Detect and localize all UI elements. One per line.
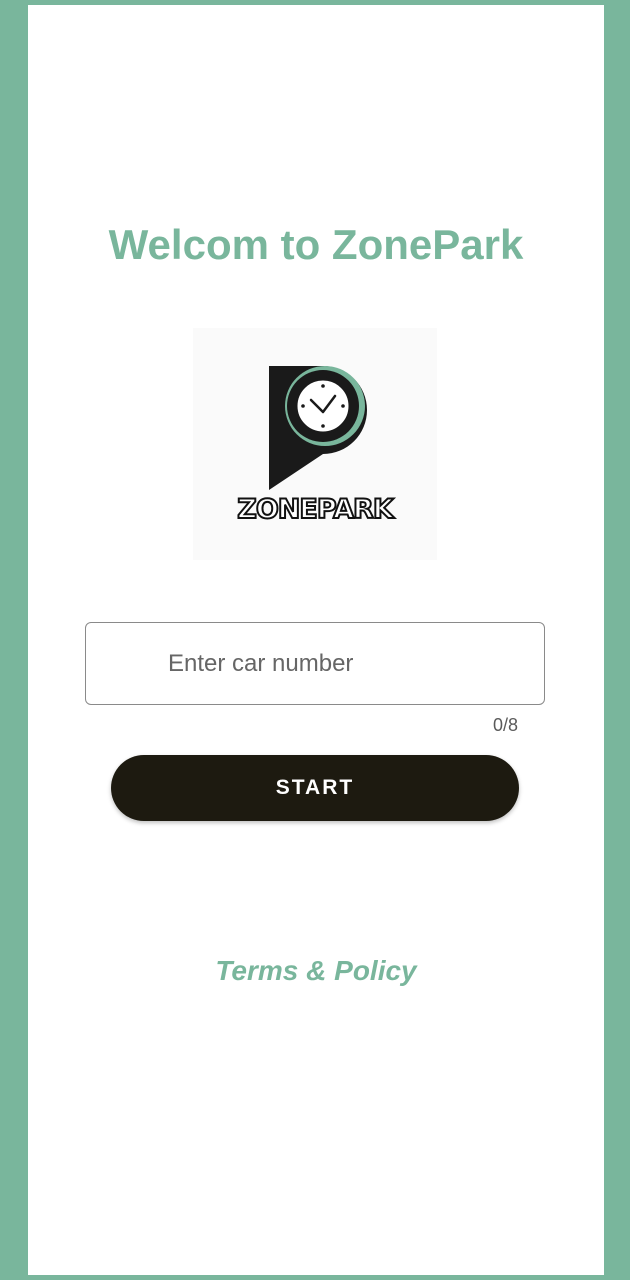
app-logo: ZONEPARK [193,328,437,560]
start-button[interactable]: START [111,755,519,821]
page-title: Welcom to ZonePark [108,221,524,268]
car-number-field[interactable] [85,622,545,705]
logo-wordmark: ZONEPARK [236,493,395,526]
terms-policy-link[interactable]: Terms & Policy [28,955,604,987]
car-number-input[interactable] [86,623,544,704]
parking-clock-pin-icon [269,366,367,490]
char-counter: 0/8 [492,715,518,735]
welcome-screen: Welcom to ZonePark ZONEPARK 0/8 STA [28,5,604,1275]
